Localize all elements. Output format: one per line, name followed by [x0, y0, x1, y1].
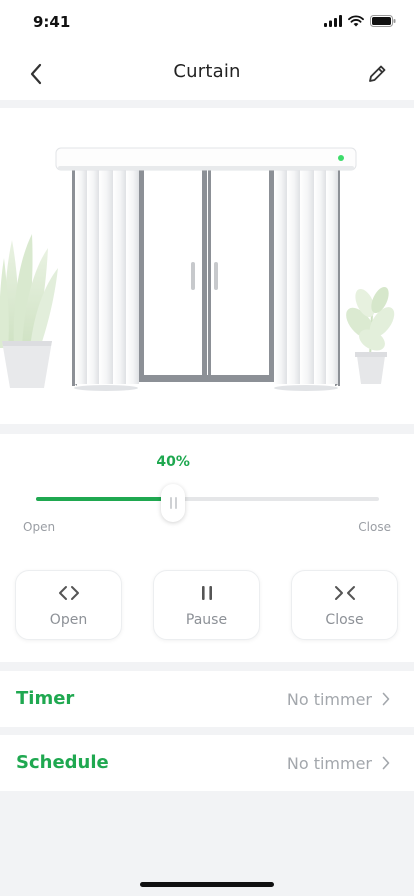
- open-button[interactable]: Open: [15, 570, 122, 640]
- page-title: Curtain: [173, 61, 241, 82]
- open-button-label: Open: [49, 612, 88, 628]
- nav-bar: Curtain: [0, 44, 414, 100]
- timer-value: No timmer: [286, 690, 372, 709]
- position-percent-label: 40%: [156, 454, 190, 470]
- slider-open-label: Open: [23, 520, 56, 534]
- grip-icon: [174, 497, 177, 509]
- timer-title: Timer: [16, 688, 75, 709]
- battery-icon: [370, 15, 396, 27]
- curtain-illustration: [0, 108, 414, 424]
- pause-icon: [201, 586, 212, 600]
- slider-close-label: Close: [358, 520, 391, 534]
- close-button-label: Close: [325, 612, 364, 628]
- curtain-scene: [0, 147, 395, 391]
- grip-icon: [169, 497, 172, 509]
- chevron-right-icon: [382, 756, 390, 770]
- pause-button-label: Pause: [185, 612, 228, 628]
- curtain-left: [74, 168, 139, 391]
- plant-right-icon: [346, 286, 395, 384]
- wifi-icon: [348, 15, 364, 27]
- open-arrows-icon: [58, 586, 79, 600]
- pause-button[interactable]: Pause: [153, 570, 260, 640]
- edit-button[interactable]: [362, 59, 392, 89]
- status-bar: 9:41: [0, 0, 414, 44]
- curtain-right: [274, 168, 338, 391]
- position-slider-track[interactable]: [36, 497, 379, 501]
- schedule-row[interactable]: Schedule No timmer: [0, 735, 414, 791]
- schedule-value: No timmer: [286, 754, 372, 773]
- position-slider-fill: [36, 497, 174, 501]
- signal-icon: [324, 15, 342, 27]
- close-button[interactable]: Close: [291, 570, 398, 640]
- plant-left-icon: [0, 234, 58, 388]
- status-time: 9:41: [33, 13, 71, 31]
- chevron-right-icon: [382, 692, 390, 706]
- status-led-icon: [338, 155, 344, 161]
- position-slider-thumb[interactable]: [161, 484, 186, 522]
- close-arrows-icon: [334, 586, 355, 600]
- pencil-icon: [369, 65, 386, 82]
- curtain-control-panel: 40% Open Close Open Pause Close: [0, 434, 414, 662]
- status-icons: [324, 15, 396, 27]
- home-indicator: [140, 882, 274, 887]
- timer-row[interactable]: Timer No timmer: [0, 671, 414, 727]
- curtain-motor-rail: [55, 147, 357, 171]
- schedule-title: Schedule: [16, 752, 109, 773]
